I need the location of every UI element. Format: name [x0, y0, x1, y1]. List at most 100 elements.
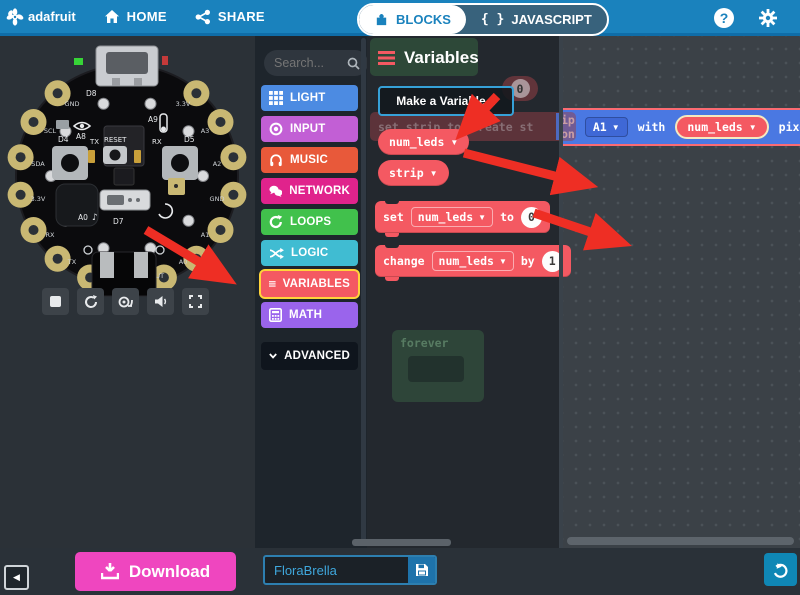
restart-icon — [84, 295, 98, 309]
circuit-playground-board[interactable]: GND SCL SDA 3.3V RX TX GND 3.3V A3 A2 GN… — [0, 38, 255, 298]
dropdown-caret-icon[interactable]: ▼ — [430, 169, 438, 178]
dropdown-caret-icon[interactable]: ▼ — [450, 138, 458, 147]
svg-text:RESET: RESET — [104, 136, 127, 144]
slide-switch[interactable] — [100, 190, 150, 210]
restart-button[interactable] — [77, 288, 104, 315]
home-icon — [104, 9, 120, 24]
share-label: SHARE — [218, 9, 265, 24]
svg-text:TX: TX — [67, 258, 77, 266]
home-label: HOME — [127, 9, 167, 24]
button-a-cap[interactable] — [61, 154, 79, 172]
loop-icon — [269, 215, 283, 229]
workspace-hscrollbar[interactable] — [567, 537, 794, 545]
bars-icon — [269, 278, 276, 290]
set-variable-block[interactable]: set num_leds ▼ to 0 — [375, 201, 550, 233]
category-advanced[interactable]: ADVANCED — [261, 342, 358, 370]
download-label: Download — [129, 562, 210, 582]
category-label: LOGIC — [291, 247, 328, 259]
toolbox-scrollbar[interactable] — [361, 38, 366, 546]
value-input[interactable]: 0 — [521, 207, 542, 228]
fullscreen-button[interactable] — [182, 288, 209, 315]
help-button[interactable]: ? — [714, 8, 734, 28]
category-label: ADVANCED — [284, 350, 350, 362]
save-button[interactable] — [408, 557, 435, 583]
variable-pill-strip[interactable]: strip ▼ — [378, 160, 449, 186]
share-icon — [195, 9, 211, 25]
svg-text:A2: A2 — [213, 160, 222, 168]
download-icon — [101, 563, 119, 580]
category-logic[interactable]: LOGIC — [261, 240, 358, 266]
brand-label: adafruit — [28, 9, 76, 24]
button-b-cap[interactable] — [171, 154, 189, 172]
speaker-icon — [154, 295, 168, 308]
category-label: LOOPS — [290, 216, 331, 228]
pin-dropdown[interactable]: A1 ▼ — [585, 117, 628, 137]
slowmo-button[interactable] — [112, 288, 139, 315]
make-variable-button[interactable]: Make a Variable... — [378, 86, 514, 116]
search-icon — [347, 57, 360, 70]
category-input[interactable]: INPUT — [261, 116, 358, 142]
save-icon — [415, 563, 429, 577]
question-icon: ? — [720, 10, 729, 26]
sound-button[interactable] — [147, 288, 174, 315]
adafruit-logo[interactable]: adafruit — [6, 8, 76, 26]
tab-blocks[interactable]: BLOCKS — [359, 5, 466, 34]
simulator-controls — [42, 288, 209, 315]
flyout-title: Variables — [378, 48, 479, 68]
accelerometer — [114, 168, 134, 185]
svg-text:A8: A8 — [76, 132, 86, 141]
puzzle-icon — [374, 12, 389, 27]
category-label: MATH — [289, 309, 322, 321]
headphones-icon — [269, 153, 283, 167]
category-music[interactable]: MUSIC — [261, 147, 358, 173]
category-list: LIGHT INPUT MUSIC — [261, 85, 358, 375]
tab-javascript-label: JAVASCRIPT — [511, 12, 591, 27]
calculator-icon — [269, 308, 282, 322]
category-label: VARIABLES — [283, 278, 350, 290]
download-button[interactable]: Download — [75, 552, 236, 591]
tab-javascript[interactable]: { } JAVASCRIPT — [466, 5, 607, 34]
home-button[interactable]: HOME — [104, 9, 167, 24]
category-label: NETWORK — [289, 185, 350, 197]
collapse-sim-button[interactable]: ◀ — [4, 565, 29, 590]
grid-icon — [269, 91, 283, 105]
svg-text:SCL: SCL — [44, 127, 57, 135]
chat-icon — [269, 184, 282, 198]
category-loops[interactable]: LOOPS — [261, 209, 358, 235]
svg-text:RX: RX — [152, 138, 162, 146]
svg-text:3.3V: 3.3V — [176, 100, 191, 108]
svg-text:A0: A0 — [78, 213, 88, 222]
svg-text:♪: ♪ — [92, 213, 98, 223]
collapse-left-icon: ◀ — [13, 572, 20, 583]
variable-dropdown[interactable]: num_leds ▼ — [411, 207, 493, 227]
svg-text:GND: GND — [65, 100, 80, 108]
gear-icon — [758, 8, 778, 28]
settings-button[interactable] — [758, 8, 778, 33]
variable-pill-num-leds[interactable]: num_leds ▼ — [675, 115, 768, 139]
change-variable-block[interactable]: change num_leds ▼ by 1 — [375, 245, 571, 277]
category-variables[interactable]: VARIABLES — [261, 271, 358, 297]
category-math[interactable]: MATH — [261, 302, 358, 328]
category-network[interactable]: NETWORK — [261, 178, 358, 204]
editor-mode-toggle: BLOCKS { } JAVASCRIPT — [357, 3, 609, 36]
flyout-scrollbar[interactable] — [559, 36, 563, 548]
search-box[interactable] — [264, 50, 368, 76]
stop-button[interactable] — [42, 288, 69, 315]
ghost-forever-block: forever — [392, 330, 484, 402]
project-name-input[interactable] — [265, 557, 408, 583]
category-light[interactable]: LIGHT — [261, 85, 358, 111]
search-input[interactable] — [272, 55, 347, 71]
flyout-hscrollbar[interactable] — [352, 539, 451, 546]
variable-dropdown[interactable]: num_leds ▼ — [432, 251, 514, 271]
stop-icon — [50, 296, 61, 307]
svg-text:3.3V: 3.3V — [31, 195, 46, 203]
blocks-workspace[interactable]: ip on A1 ▼ with num_leds ▼ pixels — [563, 36, 800, 548]
variable-pill-num-leds[interactable]: num_leds ▼ — [378, 129, 469, 155]
chevron-down-icon — [269, 351, 277, 361]
dropdown-caret-icon: ▼ — [749, 123, 757, 132]
dropdown-caret-icon: ▼ — [499, 257, 507, 266]
undo-button[interactable] — [764, 553, 797, 586]
create-strip-block[interactable]: ip on A1 ▼ with num_leds ▼ pixels — [550, 108, 800, 146]
share-button[interactable]: SHARE — [195, 9, 265, 25]
reset-button-cap[interactable] — [110, 150, 121, 161]
